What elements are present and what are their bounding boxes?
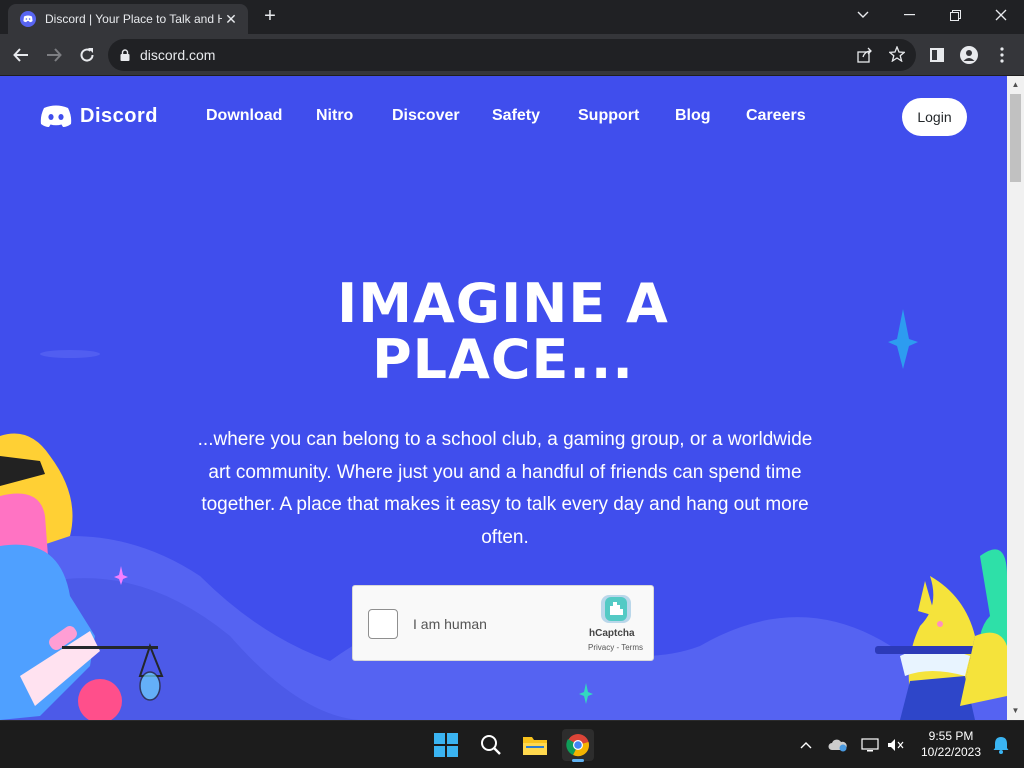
minimize-button[interactable] [886, 0, 932, 30]
discord-page: Discord Download Nitro Discover Safety S… [0, 76, 1007, 720]
speaker-muted-icon [888, 739, 904, 751]
captcha-privacy-link[interactable]: Privacy [588, 643, 614, 652]
scroll-down-icon[interactable]: ▼ [1011, 706, 1020, 715]
hcaptcha-logo-icon [599, 593, 633, 630]
captcha-label: I am human [413, 616, 487, 632]
chrome-menu-button[interactable] [988, 41, 1016, 69]
show-hidden-icons-button[interactable] [790, 729, 822, 761]
scroll-up-icon[interactable]: ▲ [1011, 80, 1020, 89]
windows-logo-icon [434, 733, 458, 757]
active-app-indicator [572, 759, 584, 762]
scroll-thumb[interactable] [1010, 94, 1021, 182]
close-window-button[interactable] [978, 0, 1024, 30]
chrome-taskbar-button[interactable] [562, 729, 594, 762]
profile-icon [960, 46, 978, 64]
tab-search-button[interactable] [840, 0, 886, 30]
lock-icon [120, 49, 130, 61]
onedrive-button[interactable] [822, 729, 854, 761]
clock-date: 10/22/2023 [920, 745, 982, 759]
system-clock[interactable]: 9:55 PM 10/22/2023 [910, 728, 992, 760]
chevron-down-icon [857, 11, 869, 18]
restore-button[interactable] [932, 0, 978, 30]
back-button[interactable] [7, 41, 35, 69]
monitor-icon [861, 738, 879, 752]
forward-button[interactable] [40, 41, 68, 69]
logo-wordmark: Discord [80, 104, 158, 127]
clock-time: 9:55 PM [928, 729, 974, 743]
captcha-brand: hCaptcha [589, 628, 635, 639]
tab-title: Discord | Your Place to Talk and Hang Ou… [45, 12, 222, 26]
captcha-links: Privacy - Terms [588, 643, 643, 652]
page-scrollbar[interactable]: ▲ ▼ [1007, 76, 1024, 720]
minimize-icon [903, 14, 915, 16]
nav-nitro[interactable]: Nitro [316, 107, 353, 125]
url-text: discord.com [140, 47, 216, 63]
start-button[interactable] [430, 729, 462, 761]
discord-icon [40, 105, 72, 127]
nav-blog[interactable]: Blog [675, 107, 711, 125]
bell-icon [993, 737, 1009, 754]
notifications-button[interactable] [985, 729, 1017, 761]
side-panel-button[interactable] [923, 41, 951, 69]
profile-button[interactable] [955, 41, 983, 69]
discord-icon [20, 11, 36, 27]
browser-toolbar: discord.com [0, 34, 1024, 76]
login-button[interactable]: Login [902, 98, 967, 136]
search-button[interactable] [475, 729, 507, 761]
nav-safety[interactable]: Safety [492, 107, 540, 125]
volume-button[interactable] [880, 729, 912, 761]
folder-icon [523, 737, 547, 755]
browser-tab[interactable]: Discord | Your Place to Talk and Hang Ou… [8, 4, 248, 34]
side-panel-icon [930, 48, 944, 62]
kebab-menu-icon [1000, 47, 1004, 63]
chevron-up-icon [800, 742, 812, 749]
windows-taskbar: 9:55 PM 10/22/2023 [0, 720, 1024, 768]
hero-description: ...where you can belong to a school club… [197, 429, 813, 548]
nav-download[interactable]: Download [206, 107, 282, 125]
back-arrow-icon [13, 48, 28, 62]
nav-discover[interactable]: Discover [392, 107, 460, 125]
restore-icon [949, 9, 961, 21]
cloud-icon [828, 739, 847, 752]
nav-support[interactable]: Support [578, 107, 639, 125]
close-icon [995, 9, 1007, 21]
discord-logo[interactable]: Discord [40, 104, 158, 128]
file-explorer-button[interactable] [519, 729, 551, 761]
reload-button[interactable] [73, 41, 101, 69]
new-tab-button[interactable]: + [260, 6, 280, 26]
search-icon [481, 735, 501, 755]
chrome-icon [566, 734, 589, 757]
share-icon[interactable] [857, 47, 873, 68]
hero-title-line-1: IMAGINE A [337, 272, 669, 335]
close-tab-icon[interactable]: ✕ [222, 11, 240, 28]
captcha-terms-link[interactable]: Terms [621, 643, 643, 652]
tab-strip: Discord | Your Place to Talk and Hang Ou… [0, 0, 1024, 34]
nav-careers[interactable]: Careers [746, 107, 806, 125]
address-bar[interactable]: discord.com [108, 39, 916, 71]
hero-title: IMAGINE A PLACE... [200, 276, 806, 388]
star-icon[interactable] [888, 45, 906, 67]
forward-arrow-icon [47, 48, 62, 62]
hcaptcha-widget: I am human hCaptcha Privacy - Terms [352, 585, 654, 661]
reload-icon [80, 48, 94, 62]
captcha-checkbox[interactable] [368, 609, 398, 639]
hero-title-line-2: PLACE... [372, 328, 634, 391]
